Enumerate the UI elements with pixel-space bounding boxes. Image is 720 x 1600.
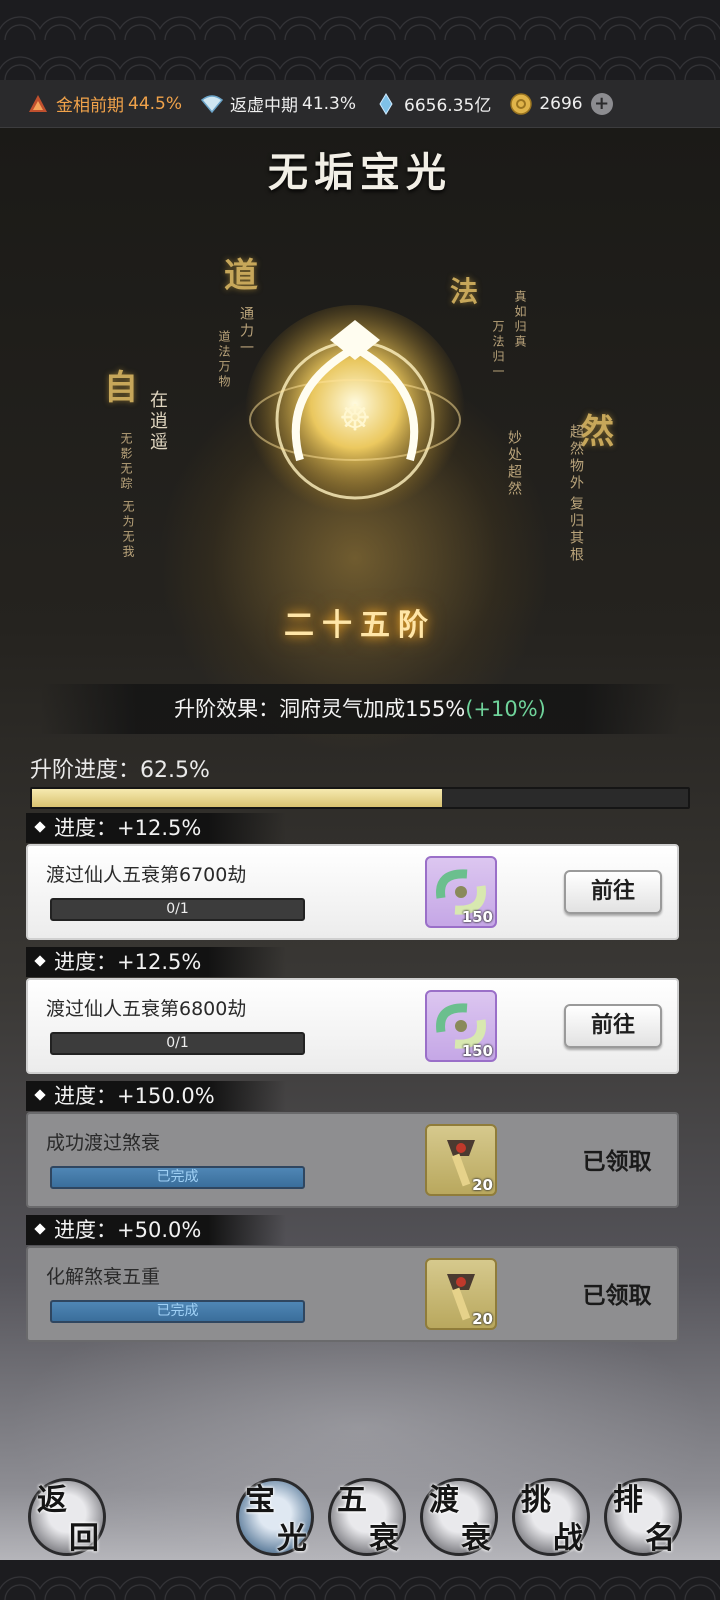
svg-text:☸: ☸ [339, 398, 371, 439]
task-4-name: 化解煞衰五重 [46, 1266, 161, 1288]
go-button[interactable]: 前往 [564, 870, 662, 914]
back-char-2: 回 [69, 1521, 99, 1556]
glowing-treasure-emblem-icon: ☸ [240, 300, 470, 560]
task-2-header: 进度：+12.5% [26, 947, 286, 977]
callig-wuwei: 无为无我 [121, 500, 135, 560]
coin-value: 2696 [539, 93, 583, 114]
reward-relic-icon[interactable]: 20 [425, 1258, 497, 1330]
callig-wanfa: 万法归一 [491, 320, 505, 380]
reward-1-count: 150 [461, 908, 493, 926]
claimed-label: 已领取 [582, 1283, 652, 1309]
task-1-bar: 0/1 [50, 898, 305, 921]
page-title: 无垢宝光 [268, 149, 452, 196]
realm-stage-1-pct: 44.5% [128, 93, 183, 114]
nav-2-char-2: 衰 [369, 1521, 399, 1556]
task-3-progress: 进度：+150.0% [54, 1084, 215, 1108]
task-1-header: 进度：+12.5% [26, 813, 286, 843]
effect-gain: (+10%) [465, 697, 546, 721]
task-3-header: 进度：+150.0% [26, 1081, 286, 1111]
bottom-pattern-band [0, 1560, 720, 1600]
nav-3-char-2: 衰 [461, 1521, 491, 1556]
nav-5-char-2: 名 [645, 1521, 675, 1556]
task-1-progress: 进度：+12.5% [54, 816, 202, 840]
coin-counter[interactable]: 2696 + [509, 92, 613, 116]
realm-stage-2-label: 返虚中期 [230, 96, 299, 116]
task-card: 渡过仙人五衰第6700劫 0/1 150 前往 [26, 844, 679, 940]
upgrade-effect: 升阶效果：洞府灵气加成155%(+10%) [40, 684, 680, 734]
callig-zi: 自 [104, 368, 138, 408]
realm-stage-2-pct: 41.3% [302, 93, 357, 114]
flame-realm-icon [26, 92, 50, 116]
realm-stage-1-label: 金相前期 [56, 96, 124, 116]
task-4-header: 进度：+50.0% [26, 1215, 286, 1245]
callig-zai-xiaoyao: 在逍遥 [147, 390, 168, 453]
spirit-stone-value: 6656.35亿 [404, 96, 492, 116]
back-button[interactable]: 返 回 [28, 1478, 106, 1556]
nav-dushuai-button[interactable]: 渡 衰 [420, 1478, 498, 1556]
task-2-name: 渡过仙人五衰第6800劫 [46, 998, 247, 1020]
reward-item-icon[interactable]: 150 [425, 856, 497, 928]
callig-daofa: 道法万物 [217, 330, 231, 390]
callig-miaochu: 妙处超然 [506, 430, 522, 498]
upgrade-progress-bar [30, 787, 690, 809]
spirit-stone-counter[interactable]: 6656.35亿 [374, 91, 491, 116]
add-coin-button[interactable]: + [590, 92, 613, 115]
rank-label: 二十五阶 [284, 608, 436, 643]
nav-wushuai-button[interactable]: 五 衰 [328, 1478, 406, 1556]
reward-3-count: 20 [472, 1176, 493, 1194]
effect-text: 升阶效果：洞府灵气加成155% [174, 697, 466, 721]
nav-4-char-1: 挑 [521, 1483, 551, 1518]
nav-ranking-button[interactable]: 排 名 [604, 1478, 682, 1556]
realm-stage-1[interactable]: 金相前期 44.5% [26, 91, 182, 116]
task-card: 渡过仙人五衰第6800劫 0/1 150 前往 [26, 978, 679, 1074]
upgrade-progress-fill [32, 789, 442, 807]
task-2-bar: 0/1 [50, 1032, 305, 1055]
nav-2-char-1: 五 [337, 1483, 367, 1518]
task-3-bar: 已完成 [50, 1166, 305, 1189]
nav-5-char-1: 排 [613, 1483, 643, 1518]
nav-3-char-1: 渡 [429, 1483, 459, 1518]
nav-1-char-1: 宝 [245, 1483, 275, 1518]
top-pattern-band [0, 0, 720, 80]
crystal-icon [374, 92, 398, 116]
reward-relic-icon[interactable]: 20 [425, 1124, 497, 1196]
task-1-name: 渡过仙人五衰第6700劫 [46, 864, 247, 886]
reward-item-icon[interactable]: 150 [425, 990, 497, 1062]
back-char-1: 返 [37, 1483, 67, 1518]
currency-bar: 金相前期 44.5% 返虚中期 41.3% 6656.35亿 2696 + [0, 80, 720, 128]
task-card: 化解煞衰五重 已完成 20 已领取 [26, 1246, 679, 1342]
upgrade-progress-label: 升阶进度：62.5% [30, 758, 210, 783]
task-3-name: 成功渡过煞衰 [46, 1132, 161, 1154]
claimed-label: 已领取 [582, 1149, 652, 1175]
task-2-progress: 进度：+12.5% [54, 950, 202, 974]
task-4-progress: 进度：+50.0% [54, 1218, 202, 1242]
gold-coin-icon [509, 92, 533, 116]
callig-fugui: 复归其根 [568, 496, 584, 564]
go-button[interactable]: 前往 [564, 1004, 662, 1048]
nav-challenge-button[interactable]: 挑 战 [512, 1478, 590, 1556]
callig-wuying: 无影无踪 [119, 432, 133, 492]
callig-zhengu: 真如归真 [513, 290, 527, 350]
realm-stage-2[interactable]: 返虚中期 41.3% [200, 91, 356, 116]
nav-1-char-2: 光 [277, 1521, 307, 1556]
fan-realm-icon [200, 92, 224, 116]
reward-4-count: 20 [472, 1310, 493, 1328]
task-card: 成功渡过煞衰 已完成 20 已领取 [26, 1112, 679, 1208]
callig-dao: 道 [224, 256, 258, 296]
nav-4-char-2: 战 [553, 1521, 583, 1556]
reward-2-count: 150 [461, 1042, 493, 1060]
task-4-bar: 已完成 [50, 1300, 305, 1323]
callig-chaoran: 超然物外 [568, 424, 584, 492]
nav-baoguang-button[interactable]: 宝 光 [236, 1478, 314, 1556]
